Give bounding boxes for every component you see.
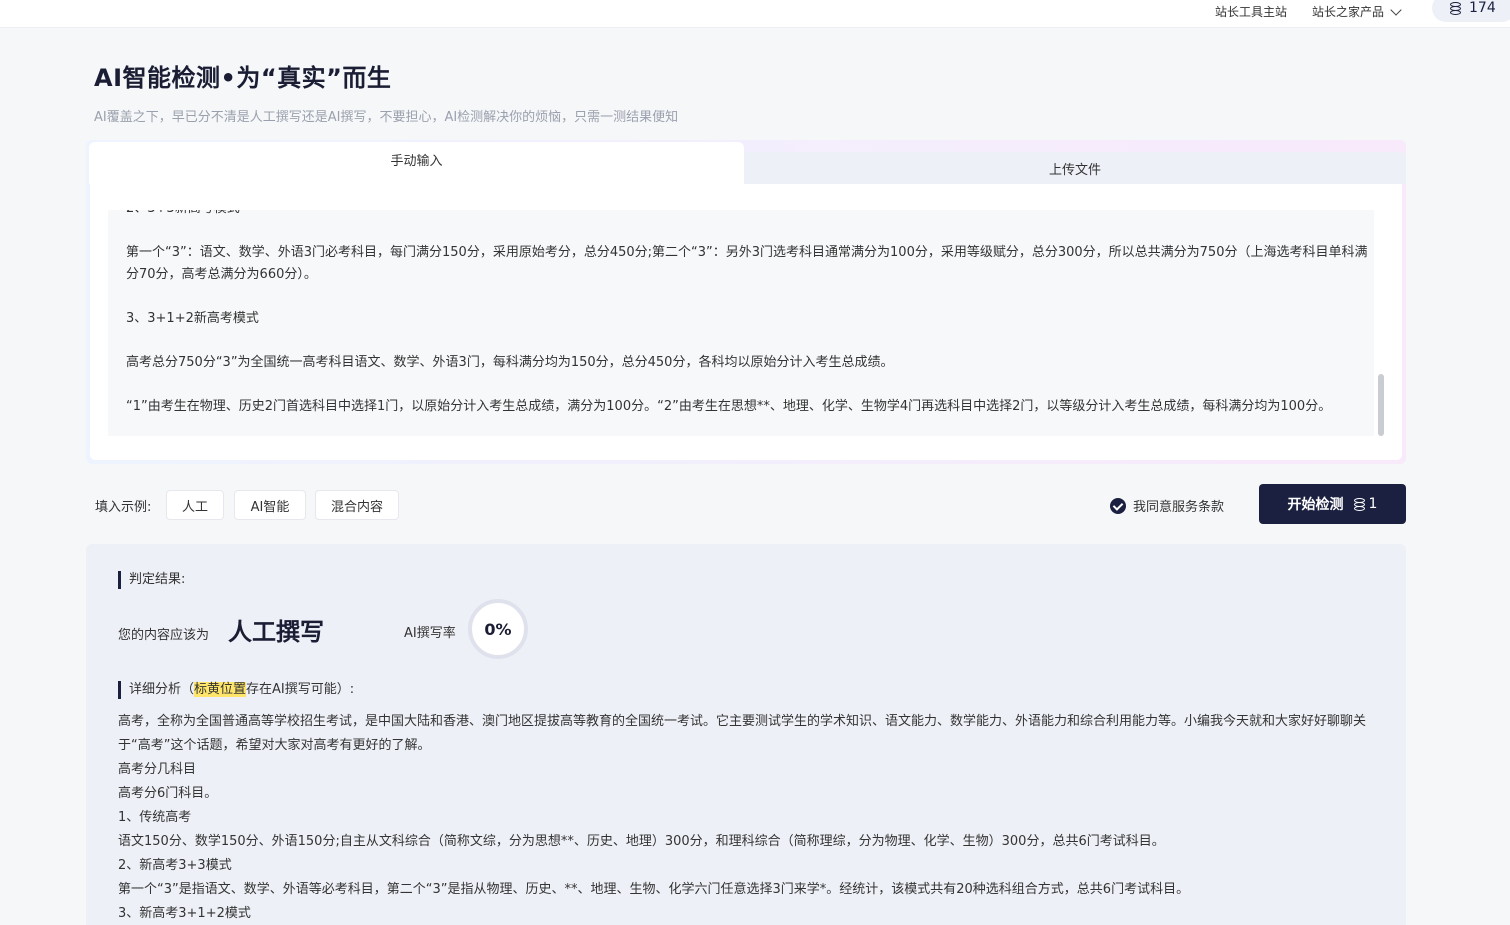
check-circle-icon bbox=[1110, 497, 1126, 514]
ai-rate-label: AI撰写率 bbox=[404, 626, 456, 641]
credit-count: 174 bbox=[1469, 0, 1496, 16]
input-body: 2、3+3新高考模式 第一个“3”：语文、数学、外语3门必考科目，每门满分150… bbox=[90, 184, 1402, 460]
verdict-value: 人工撰写 bbox=[228, 618, 324, 646]
tab-manual-input[interactable]: 手动输入 bbox=[89, 142, 744, 184]
page-title: AI智能检测•为“真实”而生 bbox=[94, 64, 392, 92]
products-dropdown-label: 站长之家产品 bbox=[1312, 5, 1385, 19]
analysis-section-label: 详细分析（标黄位置存在AI撰写可能）: bbox=[118, 681, 354, 699]
input-tabs: 手动输入 上传文件 bbox=[86, 140, 1406, 184]
analysis-line: 3、新高考3+1+2模式 bbox=[118, 906, 251, 921]
coins-icon bbox=[1450, 1, 1461, 15]
analysis-line: 语文150分、数学150分、外语150分;自主从文科综合（简称文综，分为思想**… bbox=[118, 834, 1165, 849]
ai-rate-ring: 0% bbox=[468, 599, 528, 659]
text-line: 2、3+3新高考模式 bbox=[126, 210, 1368, 220]
detect-cost: 1 bbox=[1353, 496, 1378, 512]
result-section-label: 判定结果: bbox=[118, 571, 185, 589]
example-mixed-button[interactable]: 混合内容 bbox=[315, 490, 399, 520]
site-tools-link[interactable]: 站长工具主站 bbox=[1215, 3, 1287, 20]
text-input-content: 2、3+3新高考模式 第一个“3”：语文、数学、外语3门必考科目，每门满分150… bbox=[126, 210, 1368, 436]
result-card: 判定结果: 您的内容应该为 人工撰写 AI撰写率 0% 详细分析（标黄位置存在A… bbox=[86, 544, 1406, 925]
text-line: 高考总分750分“3”为全国统一高考科目语文、数学、外语3门，每科满分均为150… bbox=[126, 355, 894, 370]
example-label: 填入示例: bbox=[95, 500, 152, 515]
text-line: 第一个“3”：语文、数学、外语3门必考科目，每门满分150分，采用原始考分，总分… bbox=[126, 245, 1368, 282]
example-human-button[interactable]: 人工 bbox=[166, 490, 224, 520]
start-detect-label: 开始检测 bbox=[1287, 497, 1344, 513]
example-ai-button[interactable]: AI智能 bbox=[234, 490, 306, 520]
analysis-line: 高考分6门科目。 bbox=[118, 786, 218, 801]
page-subtitle: AI覆盖之下，早已分不清是人工撰写还是AI撰写，不要担心，AI检测解决你的烦恼，… bbox=[94, 110, 679, 125]
text-line: “1”由考生在物理、历史2门首选科目中选择1门，以原始分计入考生总成绩，满分为1… bbox=[126, 399, 1332, 414]
analysis-line: 高考分几科目 bbox=[118, 762, 197, 777]
analysis-text: 高考，全称为全国普通高等学校招生考试，是中国大陆和香港、澳门地区提拔高等教育的全… bbox=[118, 710, 1376, 925]
text-input-area[interactable]: 2、3+3新高考模式 第一个“3”：语文、数学、外语3门必考科目，每门满分150… bbox=[108, 210, 1374, 436]
analysis-line: 2、新高考3+3模式 bbox=[118, 858, 232, 873]
analysis-label-start: 详细分析（ bbox=[129, 682, 195, 697]
chevron-down-icon bbox=[1390, 3, 1402, 16]
analysis-line: 1、传统高考 bbox=[118, 810, 192, 825]
verdict-prefix: 您的内容应该为 bbox=[118, 628, 210, 643]
coins-icon bbox=[1353, 497, 1365, 511]
analysis-line: 第一个“3”是指语文、数学、外语等必考科目，第二个“3”是指从物理、历史、**、… bbox=[118, 882, 1190, 897]
products-dropdown[interactable]: 站长之家产品 bbox=[1312, 3, 1402, 20]
input-card: 手动输入 上传文件 2、3+3新高考模式 第一个“3”：语文、数学、外语3门必考… bbox=[86, 140, 1406, 464]
analysis-line: 高考，全称为全国普通高等学校招生考试，是中国大陆和香港、澳门地区提拔高等教育的全… bbox=[118, 714, 1367, 753]
agree-terms-checkbox[interactable]: 我同意服务条款 bbox=[1110, 496, 1224, 515]
analysis-label-highlight: 标黄位置 bbox=[194, 682, 247, 697]
detect-cost-value: 1 bbox=[1368, 496, 1378, 512]
tab-upload-file[interactable]: 上传文件 bbox=[744, 152, 1406, 184]
analysis-label-end: 存在AI撰写可能）: bbox=[246, 682, 355, 697]
text-scrollbar[interactable] bbox=[1378, 374, 1384, 436]
top-bar: 站长工具主站 站长之家产品 174 bbox=[0, 0, 1510, 28]
credit-balance[interactable]: 174 bbox=[1432, 0, 1510, 22]
start-detect-button[interactable]: 开始检测 1 bbox=[1259, 484, 1406, 524]
text-line: 3、3+1+2新高考模式 bbox=[126, 311, 259, 326]
ai-rate-value: 0% bbox=[484, 619, 512, 639]
agree-terms-label: 我同意服务条款 bbox=[1133, 500, 1225, 515]
